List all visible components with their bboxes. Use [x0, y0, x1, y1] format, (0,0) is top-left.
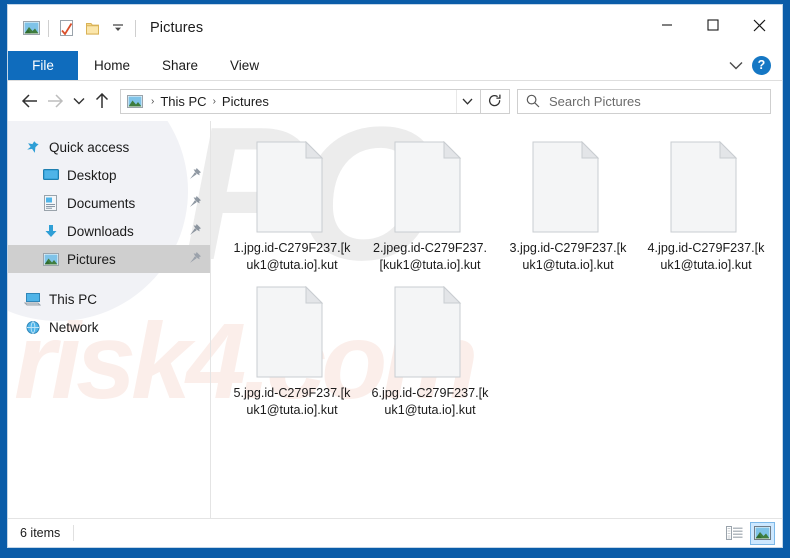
sidebar-item-network[interactable]: Network	[8, 313, 210, 341]
sidebar-item-label: Quick access	[49, 139, 130, 155]
blank-document-icon	[532, 140, 604, 233]
qat-separator-2	[135, 19, 136, 37]
this-pc-icon	[23, 292, 42, 307]
file-item[interactable]: 4.jpg.id-C279F237.[kuk1@tuta.io].kut	[637, 139, 775, 284]
sidebar-item-label: Desktop	[67, 167, 117, 183]
blank-document-icon	[394, 140, 466, 233]
maximize-button[interactable]	[690, 5, 736, 45]
sidebar-item-this-pc[interactable]: This PC	[8, 285, 210, 313]
breadcrumb-item-pictures[interactable]: Pictures	[219, 94, 272, 109]
pin-icon[interactable]	[189, 167, 202, 183]
file-name: 2.jpeg.id-C279F237.[kuk1@tuta.io].kut	[372, 241, 488, 272]
navigation-pane: Quick access Desktop Documents Downloads…	[8, 121, 211, 518]
refresh-button[interactable]	[481, 88, 510, 114]
breadcrumb-pictures-icon	[127, 94, 143, 108]
window-controls	[644, 5, 782, 51]
large-icons-view-button[interactable]	[750, 521, 775, 545]
tab-home[interactable]: Home	[78, 51, 146, 80]
file-name: 6.jpg.id-C279F237.[kuk1@tuta.io].kut	[371, 386, 489, 417]
file-name: 1.jpg.id-C279F237.[kuk1@tuta.io].kut	[233, 241, 351, 272]
properties-icon[interactable]	[53, 15, 79, 41]
file-name: 5.jpg.id-C279F237.[kuk1@tuta.io].kut	[233, 386, 351, 417]
title-bar: Pictures	[8, 5, 782, 51]
breadcrumb[interactable]: › This PC › Pictures	[120, 88, 481, 114]
search-icon	[526, 94, 540, 108]
sidebar-item-quick-access[interactable]: Quick access	[8, 133, 210, 161]
ribbon-tab-bar: File Home Share View ?	[8, 51, 782, 81]
file-name: 4.jpg.id-C279F237.[kuk1@tuta.io].kut	[647, 241, 765, 272]
back-button[interactable]	[16, 88, 42, 114]
address-bar: › This PC › Pictures Search Pictures	[8, 81, 782, 121]
file-explorer-window: Pictures File Home Share View ? › This P…	[7, 4, 783, 548]
tab-file[interactable]: File	[8, 51, 78, 80]
status-bar: 6 items	[8, 518, 782, 547]
sidebar-item-label: This PC	[49, 291, 98, 307]
tab-share[interactable]: Share	[146, 51, 214, 80]
minimize-button[interactable]	[644, 5, 690, 45]
sidebar-item-label: Pictures	[67, 251, 116, 267]
blank-document-icon	[256, 140, 328, 233]
sidebar-item-label: Documents	[67, 195, 136, 211]
sidebar-item-desktop[interactable]: Desktop	[8, 161, 210, 189]
help-button[interactable]: ?	[752, 56, 771, 75]
explorer-body: PC risk4.com Quick access D	[8, 61, 782, 518]
breadcrumb-item-this-pc[interactable]: This PC	[157, 94, 209, 109]
documents-icon	[41, 195, 60, 211]
search-input[interactable]: Search Pictures	[517, 88, 771, 114]
tab-view[interactable]: View	[214, 51, 275, 80]
blank-document-icon	[256, 285, 328, 378]
view-mode-buttons	[722, 521, 775, 545]
pin-icon[interactable]	[189, 195, 202, 211]
close-button[interactable]	[736, 5, 782, 45]
qat-customize-chevron-icon[interactable]	[105, 15, 131, 41]
pictures-icon[interactable]	[18, 15, 44, 41]
breadcrumb-separator-1: ›	[212, 95, 216, 107]
file-list-view[interactable]: 1.jpg.id-C279F237.[kuk1@tuta.io].kut 2.j…	[211, 121, 782, 518]
file-name: 3.jpg.id-C279F237.[kuk1@tuta.io].kut	[509, 241, 627, 272]
pin-star-icon	[23, 140, 42, 155]
collapse-ribbon-chevron-icon[interactable]	[729, 61, 743, 70]
file-item[interactable]: 6.jpg.id-C279F237.[kuk1@tuta.io].kut	[361, 284, 499, 429]
network-icon	[23, 320, 42, 335]
quick-access-toolbar	[8, 15, 140, 41]
blank-document-icon	[670, 140, 742, 233]
sidebar-item-downloads[interactable]: Downloads	[8, 217, 210, 245]
file-grid: 1.jpg.id-C279F237.[kuk1@tuta.io].kut 2.j…	[223, 139, 782, 429]
file-item[interactable]: 3.jpg.id-C279F237.[kuk1@tuta.io].kut	[499, 139, 637, 284]
sidebar-item-label: Downloads	[67, 223, 134, 239]
file-item[interactable]: 1.jpg.id-C279F237.[kuk1@tuta.io].kut	[223, 139, 361, 284]
forward-button[interactable]	[42, 88, 68, 114]
desktop-icon	[41, 168, 60, 182]
breadcrumb-dropdown-chevron-icon[interactable]	[456, 89, 478, 113]
up-button[interactable]	[89, 88, 115, 114]
ribbon-right-controls: ?	[729, 51, 782, 80]
status-separator	[73, 525, 75, 541]
window-title: Pictures	[150, 20, 204, 36]
sidebar-item-label: Network	[49, 319, 99, 335]
sidebar-item-documents[interactable]: Documents	[8, 189, 210, 217]
breadcrumb-separator-0: ›	[151, 95, 155, 107]
blank-document-icon	[394, 285, 466, 378]
pin-icon[interactable]	[189, 223, 202, 239]
downloads-icon	[41, 224, 60, 239]
file-item[interactable]: 5.jpg.id-C279F237.[kuk1@tuta.io].kut	[223, 284, 361, 429]
pin-icon[interactable]	[189, 251, 202, 267]
details-view-button[interactable]	[722, 522, 747, 545]
recent-locations-button[interactable]	[68, 88, 89, 114]
new-folder-icon[interactable]	[79, 15, 105, 41]
file-item[interactable]: 2.jpeg.id-C279F237.[kuk1@tuta.io].kut	[361, 139, 499, 284]
search-placeholder: Search Pictures	[549, 93, 641, 109]
pictures-icon	[41, 252, 60, 266]
item-count: 6 items	[20, 526, 61, 540]
qat-separator-1	[48, 19, 49, 37]
sidebar-item-pictures[interactable]: Pictures	[8, 245, 210, 273]
